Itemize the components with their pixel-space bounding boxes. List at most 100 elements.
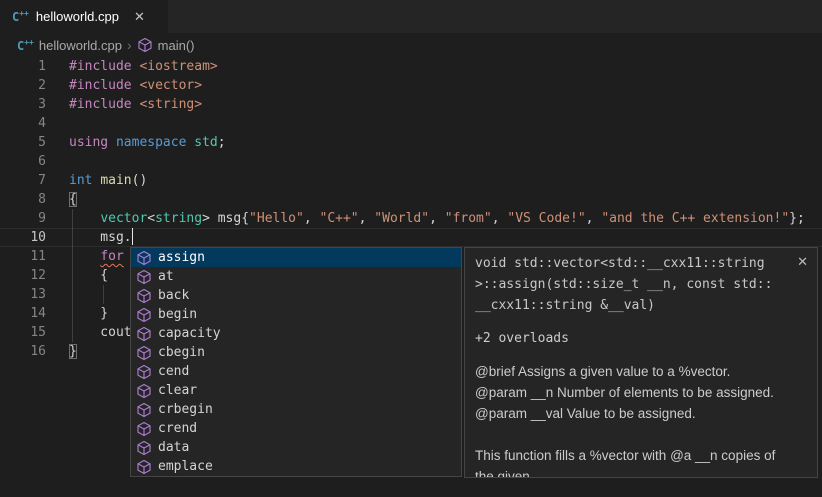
line-content[interactable] [46,285,69,304]
line-number: 2 [0,76,46,95]
line-number: 9 [0,209,46,228]
suggestion-item-emplace[interactable]: emplace [131,457,461,476]
vscode-window: C++ helloworld.cpp ✕ C++ helloworld.cpp … [0,0,822,497]
suggestion-label: crbegin [158,402,213,417]
line-number: 15 [0,323,46,342]
suggestion-label: capacity [158,326,221,341]
code-line[interactable]: 6 [0,152,822,171]
line-number: 5 [0,133,46,152]
code-line[interactable]: 5using namespace std; [0,133,822,152]
overloads-count: +2 overloads [475,331,791,346]
line-content[interactable]: #include <iostream> [46,57,218,76]
line-number: 6 [0,152,46,171]
intellisense-suggest-list: assign at back begin capacity cbegin cend clear… [130,247,462,477]
line-content[interactable] [46,152,69,171]
suggestion-item-assign[interactable]: assign [131,248,461,267]
symbol-method-icon [136,250,152,266]
line-number: 7 [0,171,46,190]
suggestion-item-data[interactable]: data [131,438,461,457]
symbol-method-icon [136,459,152,475]
line-content[interactable]: } [46,304,108,323]
line-content[interactable]: { [46,266,108,285]
cpp-file-icon: C++ [17,38,34,53]
symbol-method-icon [136,307,152,323]
code-line[interactable]: 8{ [0,190,822,209]
text-cursor [132,228,134,245]
suggestion-label: at [158,269,174,284]
symbol-method-icon [137,37,153,53]
suggestion-label: data [158,440,189,455]
tab-close-icon[interactable]: ✕ [134,9,145,25]
breadcrumb: C++ helloworld.cpp › main() [0,34,822,56]
suggestion-label: crend [158,421,197,436]
symbol-method-icon [136,345,152,361]
symbol-method-icon [136,383,152,399]
suggestion-item-at[interactable]: at [131,267,461,286]
line-content[interactable]: int main() [46,171,147,190]
line-number: 10 [0,228,46,247]
suggestion-item-begin[interactable]: begin [131,305,461,324]
line-content[interactable]: cout [46,323,132,342]
suggestion-item-crend[interactable]: crend [131,419,461,438]
suggestion-label: clear [158,383,197,398]
suggestion-label: cend [158,364,189,379]
symbol-method-icon [136,269,152,285]
line-content[interactable]: #include <vector> [46,76,202,95]
cpp-file-icon: C++ [12,9,29,24]
symbol-method-icon [136,402,152,418]
suggestion-item-cbegin[interactable]: cbegin [131,343,461,362]
tab-title: helloworld.cpp [36,9,119,24]
tab-bar: C++ helloworld.cpp ✕ [0,0,822,33]
suggestion-label: emplace [158,459,213,474]
indent-guide [103,285,104,304]
doc-comment: @brief Assigns a given value to a %vecto… [475,361,791,478]
breadcrumb-file[interactable]: C++ helloworld.cpp [17,38,122,53]
suggestion-item-back[interactable]: back [131,286,461,305]
symbol-method-icon [136,440,152,456]
line-number: 14 [0,304,46,323]
code-line[interactable]: 4 [0,114,822,133]
line-content[interactable] [46,114,69,133]
code-line[interactable]: 3#include <string> [0,95,822,114]
line-content[interactable]: vector<string> msg{"Hello", "C++", "Worl… [46,209,805,228]
line-number: 1 [0,57,46,76]
line-number: 3 [0,95,46,114]
line-content[interactable]: } [46,342,77,361]
chevron-right-icon: › [127,37,132,53]
line-content[interactable]: #include <string> [46,95,202,114]
breadcrumb-symbol[interactable]: main() [137,37,195,53]
tab-helloworld-cpp[interactable]: C++ helloworld.cpp ✕ [0,0,168,33]
line-number: 13 [0,285,46,304]
line-number: 8 [0,190,46,209]
symbol-method-icon [136,421,152,437]
close-icon[interactable]: ✕ [797,254,808,270]
suggestion-label: cbegin [158,345,205,360]
intellisense-docs-panel: ✕ void std::vector<std::__cxx11::string … [464,247,818,478]
suggestion-label: begin [158,307,197,322]
suggestion-label: assign [158,250,205,265]
suggestion-label: back [158,288,189,303]
suggestion-item-capacity[interactable]: capacity [131,324,461,343]
code-line[interactable]: 9 vector<string> msg{"Hello", "C++", "Wo… [0,209,822,228]
code-line[interactable]: 2#include <vector> [0,76,822,95]
line-content[interactable]: { [46,190,77,209]
line-content[interactable]: msg. [46,228,133,247]
line-number: 4 [0,114,46,133]
function-signature: void std::vector<std::__cxx11::string >:… [475,253,791,316]
line-number: 16 [0,342,46,361]
symbol-method-icon [136,288,152,304]
indent-guide [72,209,73,342]
line-number: 11 [0,247,46,266]
line-content[interactable]: for [46,247,124,266]
suggestion-item-clear[interactable]: clear [131,381,461,400]
line-content[interactable]: using namespace std; [46,133,226,152]
symbol-method-icon [136,364,152,380]
suggestion-item-cend[interactable]: cend [131,362,461,381]
line-number: 12 [0,266,46,285]
code-line[interactable]: 7int main() [0,171,822,190]
suggest-items: assign at back begin capacity cbegin cend clear… [131,248,461,476]
code-line[interactable]: 10 msg. [0,228,822,247]
code-line[interactable]: 1#include <iostream> [0,57,822,76]
suggestion-item-crbegin[interactable]: crbegin [131,400,461,419]
symbol-method-icon [136,326,152,342]
